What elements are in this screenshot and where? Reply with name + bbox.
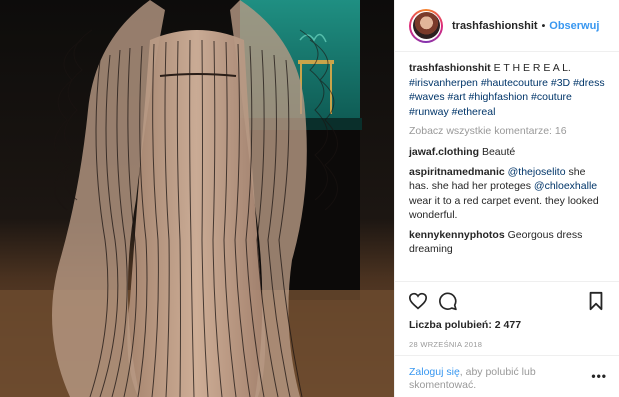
post-header: trashfashionshit • Obserwuj [395,0,619,52]
bookmark-icon[interactable] [585,290,607,312]
login-prompt: Zaloguj się, aby polubić lub skomentować… [395,355,619,397]
post-date[interactable]: 28 WRZEŚNIA 2018 [395,333,619,355]
hashtag[interactable]: #waves [409,91,445,103]
comment-item: kennykennyphotos Georgous dress dreaming [409,228,607,257]
heart-icon[interactable] [407,290,429,312]
post-sidebar: trashfashionshit • Obserwuj trashfashion… [394,0,619,397]
hashtag[interactable]: #3D [551,77,570,89]
comment-username[interactable]: aspiritnamedmanic [409,166,505,178]
hashtag[interactable]: #hautecouture [481,77,548,89]
instagram-post: trashfashionshit • Obserwuj trashfashion… [0,0,619,397]
comment-icon[interactable] [437,290,459,312]
comment-username[interactable]: kennykennyphotos [409,229,505,241]
post-image[interactable] [0,0,394,397]
hashtag[interactable]: #ethereal [452,106,496,118]
comment-mention[interactable]: @chloexhalle [534,180,597,192]
post-caption: trashfashionshit E T H E R E A L. #irisv… [409,61,607,119]
likes-label: Liczba polubień: [409,319,492,331]
hashtag[interactable]: #couture [531,91,572,103]
hashtag[interactable]: #highfashion [469,91,529,103]
caption-username[interactable]: trashfashionshit [409,62,491,74]
view-all-comments-link[interactable]: Zobacz wszystkie komentarze: 16 [409,125,607,137]
comment-item: aspiritnamedmanic @thejoselito she has. … [409,165,607,223]
likes-count[interactable]: Liczba polubień: 2 477 [395,319,619,333]
comment-text: Beauté [481,146,516,158]
comment-mention[interactable]: @thejoselito [508,166,566,178]
action-bar [395,281,619,319]
caption-text: E T H E R E A L. [493,62,571,74]
login-link[interactable]: Zaloguj się [409,366,460,378]
follow-button[interactable]: Obserwuj [549,20,599,32]
comments-section: trashfashionshit E T H E R E A L. #irisv… [395,52,619,281]
comment-username[interactable]: jawaf.clothing [409,146,479,158]
comment-text: wear it to a red carpet event. they look… [409,194,599,222]
hashtag[interactable]: #art [448,91,466,103]
more-options-button[interactable]: ••• [591,370,607,383]
comment-item: jawaf.clothing Beauté [409,145,607,160]
hashtag[interactable]: #dress [573,77,605,89]
hashtag[interactable]: #runway [409,106,449,118]
likes-number: 2 477 [494,319,522,331]
hashtag[interactable]: #irisvanherpen [409,77,478,89]
runway-dress-photo [0,0,394,397]
avatar-frame [411,10,441,41]
avatar[interactable] [409,8,443,43]
header-username[interactable]: trashfashionshit [452,20,538,32]
avatar-image [412,12,440,39]
separator-dot: • [541,19,546,32]
